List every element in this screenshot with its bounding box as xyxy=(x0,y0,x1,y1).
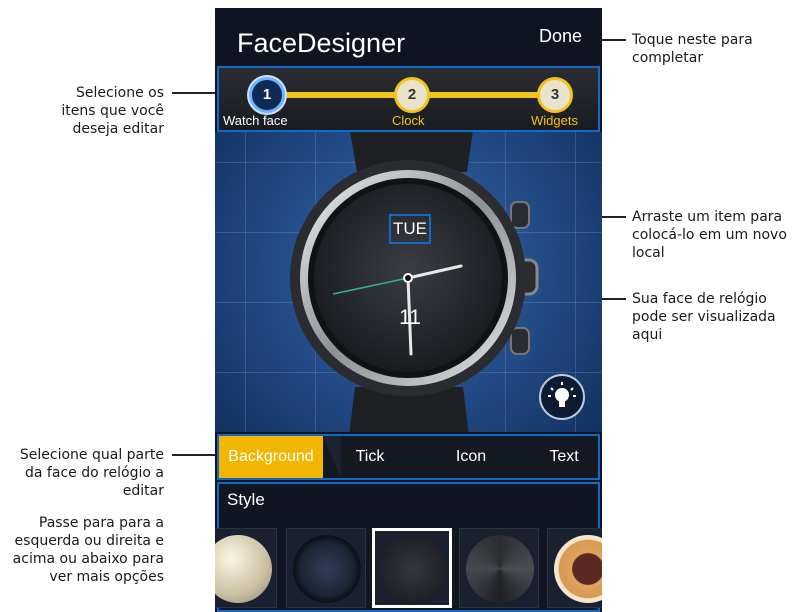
annotation-select-items: Selecione os itens que você deseja edita… xyxy=(40,84,164,138)
watch-preview[interactable]: TUE 11 xyxy=(215,132,602,432)
annotation-line: da face do relógio a xyxy=(25,465,164,481)
app-bar: FaceDesigner Done xyxy=(215,8,602,64)
annotation-select-part: Selecione qual parte da face do relógio … xyxy=(0,446,164,500)
tab-icon[interactable]: Icon xyxy=(431,436,511,478)
annotation-line: Toque neste para xyxy=(632,32,753,48)
step-number: 2 xyxy=(407,86,417,103)
annotation-done: Toque neste para completar xyxy=(632,31,792,67)
step-1-button[interactable]: 1 xyxy=(249,77,285,113)
step-number: 1 xyxy=(262,86,272,103)
tab-text[interactable]: Text xyxy=(529,436,599,478)
style-option[interactable] xyxy=(215,528,277,608)
annotation-line: Arraste um item para xyxy=(632,209,783,225)
day-label: TUE xyxy=(393,219,427,238)
app-title: FaceDesigner xyxy=(237,28,406,58)
annotation-drag: Arraste um item para colocá-lo em um nov… xyxy=(632,208,798,262)
style-swatch-disc xyxy=(215,535,272,603)
annotation-line: pode ser visualizada xyxy=(632,309,776,325)
style-title: Style xyxy=(227,490,265,509)
tab-background[interactable]: Background xyxy=(219,436,323,478)
style-panel: Style xyxy=(215,482,602,612)
style-option[interactable] xyxy=(547,528,602,608)
annotation-line: deseja editar xyxy=(72,121,164,137)
style-option-selected[interactable] xyxy=(372,528,452,608)
step-2-label: Clock xyxy=(392,113,425,128)
annotation-line: acima ou abaixo para xyxy=(12,551,164,567)
day-widget[interactable]: TUE xyxy=(389,214,431,244)
date-label[interactable]: 11 xyxy=(395,306,425,330)
tab-tick[interactable]: Tick xyxy=(333,436,407,478)
annotation-line: Selecione os xyxy=(76,85,164,101)
style-option[interactable] xyxy=(459,528,539,608)
annotation-line: Passe para para a xyxy=(38,515,164,531)
step-number: 3 xyxy=(550,86,560,103)
annotation-line: Selecione qual parte xyxy=(19,447,164,463)
style-swatch-disc xyxy=(293,535,361,603)
callout-line-select-items xyxy=(172,92,220,94)
annotation-preview: Sua face de relógio pode ser visualizada… xyxy=(632,290,798,344)
style-swatch-disc xyxy=(379,535,447,603)
lightbulb-button[interactable] xyxy=(539,374,585,420)
annotation-line: ver mais opções xyxy=(49,569,164,585)
step-connector xyxy=(427,92,549,98)
annotation-line: esquerda ou direita e xyxy=(14,533,164,549)
annotation-line: local xyxy=(632,245,665,261)
annotation-line: Sua face de relógio xyxy=(632,291,767,307)
lightbulb-icon xyxy=(548,382,576,407)
part-tabs: Background Tick Icon Text xyxy=(217,434,600,480)
step-3-label: Widgets xyxy=(531,113,578,128)
annotation-swipe: Passe para para a esquerda ou direita e … xyxy=(0,514,164,586)
step-progress: 1 Watch face 2 Clock 3 Widgets xyxy=(217,66,600,132)
style-swatch-disc xyxy=(466,535,534,603)
annotation-line: completar xyxy=(632,50,704,66)
style-swatch-disc xyxy=(554,535,602,603)
style-option[interactable] xyxy=(286,528,366,608)
annotation-line: aqui xyxy=(632,327,663,343)
phone-screen: FaceDesigner Done 1 Watch face 2 Clock 3… xyxy=(215,8,602,612)
annotation-line: itens que você xyxy=(61,103,164,119)
annotation-line: editar xyxy=(122,483,164,499)
step-connector xyxy=(275,92,409,98)
annotation-line: colocá-lo em um novo xyxy=(632,227,787,243)
callout-line-select-part xyxy=(172,454,220,456)
step-1-label: Watch face xyxy=(223,113,288,128)
step-2-button[interactable]: 2 xyxy=(394,77,430,113)
step-3-button[interactable]: 3 xyxy=(537,77,573,113)
done-button[interactable]: Done xyxy=(539,26,582,47)
